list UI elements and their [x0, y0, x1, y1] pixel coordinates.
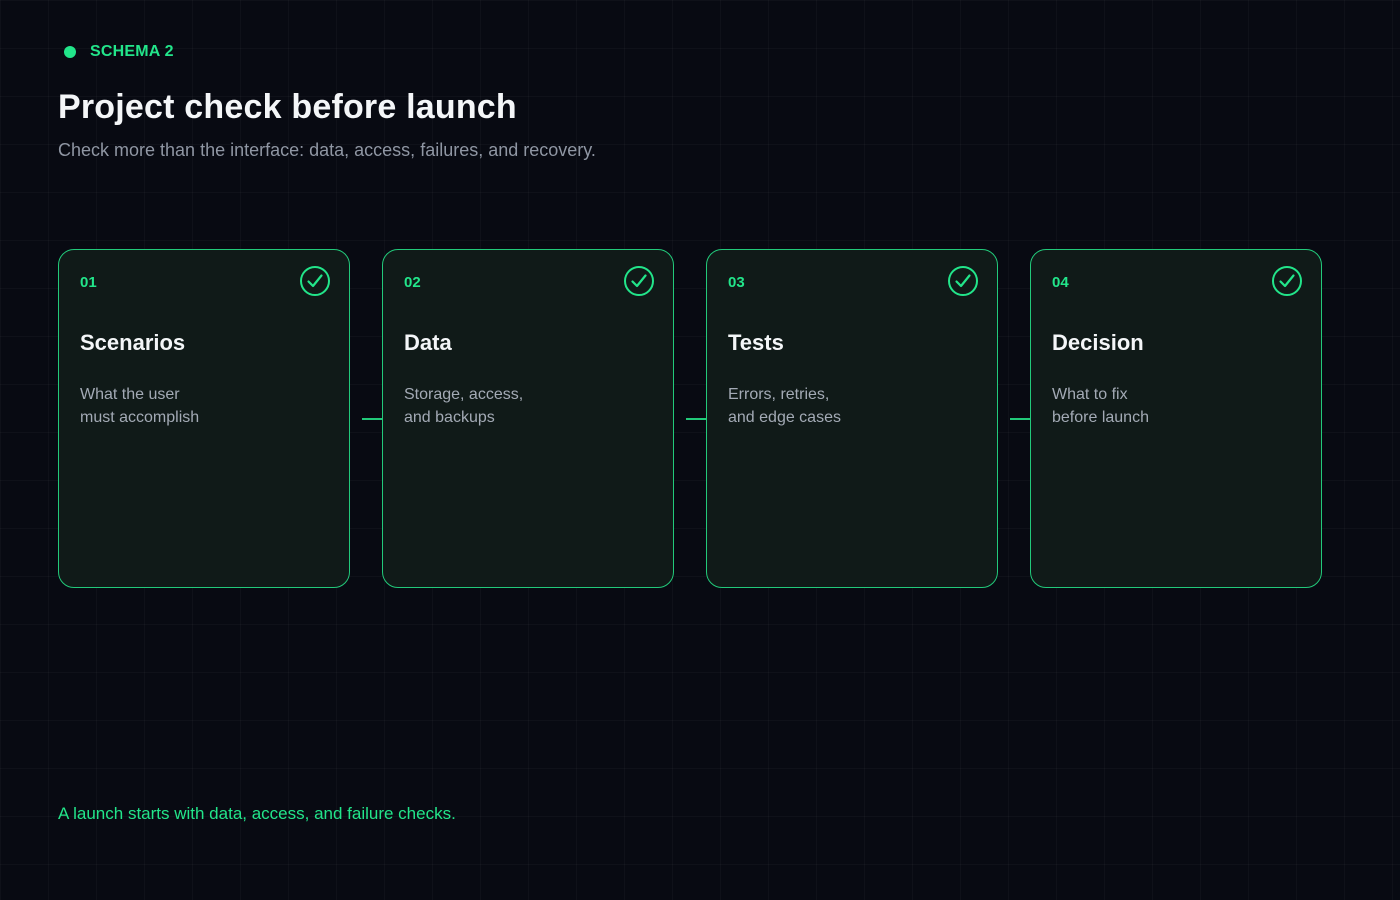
step-description-line: Errors, retries, [728, 386, 830, 403]
status-dot-icon [64, 46, 76, 58]
flow-connector [686, 418, 706, 420]
step-description-line: before launch [1052, 409, 1149, 426]
step-description: What to fix before launch [1052, 383, 1292, 429]
step-description-line: must accomplish [80, 409, 200, 426]
step-number: 04 [1052, 274, 1069, 291]
step-card-decision: 04 Decision What to fix before launch [1030, 249, 1322, 588]
step-description: Errors, retries, and edge cases [728, 383, 968, 429]
schema-tag: SCHEMA 2 [64, 43, 174, 60]
check-circle-icon [624, 266, 654, 296]
footer-note: A launch starts with data, access, and f… [58, 804, 456, 823]
step-title: Tests [728, 330, 784, 355]
check-circle-icon [1272, 266, 1302, 296]
page-subtitle: Check more than the interface: data, acc… [58, 140, 596, 160]
flow-connector [1010, 418, 1030, 420]
schema-tag-label: SCHEMA 2 [90, 43, 174, 60]
check-circle-icon [948, 266, 978, 296]
step-description-line: What to fix [1052, 386, 1128, 403]
step-title: Decision [1052, 330, 1144, 355]
step-title: Scenarios [80, 330, 186, 355]
step-description: Storage, access, and backups [404, 383, 644, 429]
step-description-line: Storage, access, [404, 386, 524, 403]
step-title: Data [404, 330, 452, 355]
step-description-line: What the user [80, 386, 180, 403]
step-description: What the user must accomplish [80, 383, 320, 429]
flow-connector [362, 418, 382, 420]
step-number: 03 [728, 274, 745, 291]
check-circle-icon [300, 266, 330, 296]
process-flow: 01 Scenarios What the user must accompli… [58, 249, 1325, 591]
step-number: 01 [80, 274, 97, 291]
step-number: 02 [404, 274, 421, 291]
step-card-scenarios: 01 Scenarios What the user must accompli… [58, 249, 350, 588]
step-card-data: 02 Data Storage, access, and backups [382, 249, 674, 588]
step-description-line: and edge cases [728, 409, 841, 426]
page-title: Project check before launch [58, 88, 517, 126]
step-card-tests: 03 Tests Errors, retries, and edge cases [706, 249, 998, 588]
step-description-line: and backups [404, 409, 495, 426]
